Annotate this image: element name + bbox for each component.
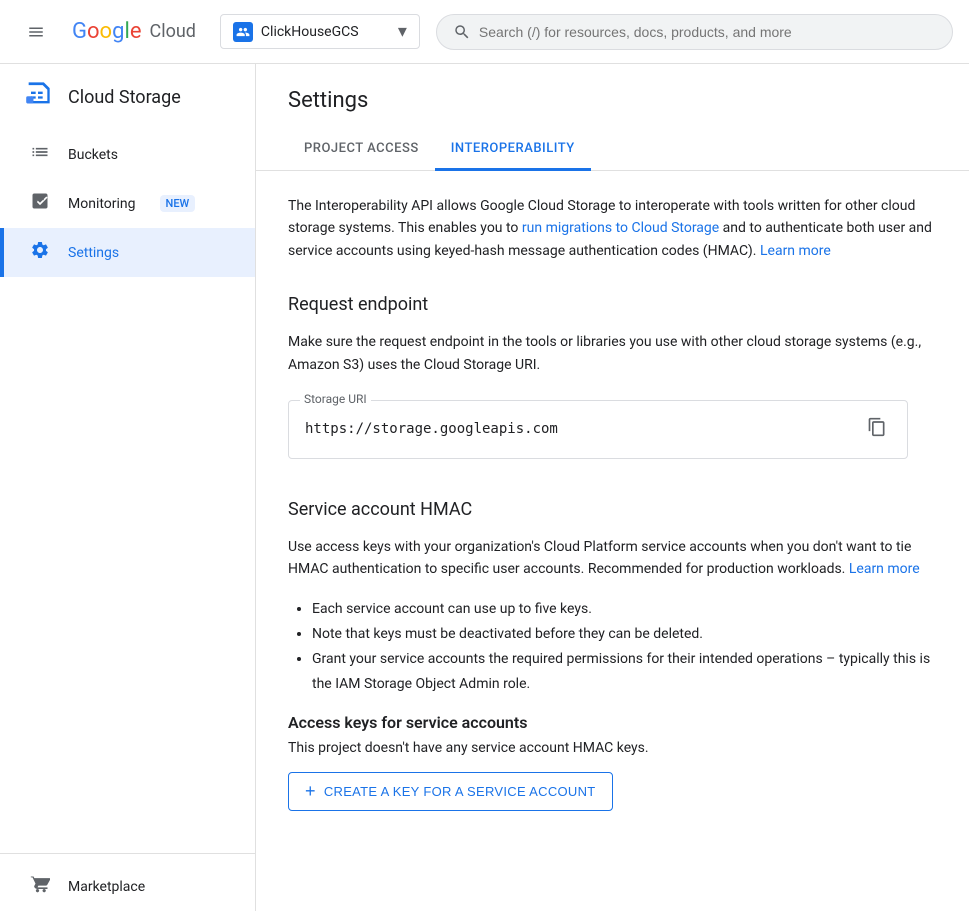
storage-uri-value: https://storage.googleapis.com [305,421,855,437]
google-logo: Google [72,19,141,44]
storage-uri-field: https://storage.googleapis.com [288,400,908,459]
page-title: Settings [288,88,937,113]
project-name: ClickHouseGCS [261,24,359,40]
bullet-item-2: Grant your service accounts the required… [312,647,937,697]
create-key-button[interactable]: + CREATE A KEY FOR A SERVICE ACCOUNT [288,772,613,811]
google-cloud-logo[interactable]: Google Cloud [72,19,196,44]
sidebar-bottom: Marketplace [0,853,255,911]
menu-icon[interactable] [16,12,56,52]
storage-uri-field-wrapper: Storage URI https://storage.googleapis.c… [288,400,908,459]
bullet-list: Each service account can use up to five … [312,597,937,698]
sidebar: Cloud Storage Buckets Monitoring NEW [0,64,256,911]
plus-icon: + [305,781,316,802]
no-hmac-keys-text: This project doesn't have any service ac… [288,740,937,756]
sidebar-item-monitoring-label: Monitoring [68,196,136,212]
service-account-desc-text: Use access keys with your organization's… [288,539,911,577]
learn-more-link-2-text[interactable]: Learn more [849,561,920,577]
sidebar-item-buckets[interactable]: Buckets [0,130,255,179]
tabs: PROJECT ACCESS INTEROPERABILITY [256,129,969,171]
page-header: Settings [256,64,969,113]
sidebar-header-title: Cloud Storage [68,87,181,108]
project-icon [233,22,253,42]
interoperability-section: The Interoperability API allows Google C… [256,171,969,835]
tab-project-access[interactable]: PROJECT ACCESS [288,129,435,171]
request-endpoint-section: Request endpoint Make sure the request e… [288,294,937,459]
sidebar-item-buckets-label: Buckets [68,147,118,163]
access-keys-title: Access keys for service accounts [288,713,937,732]
sidebar-item-settings[interactable]: Settings [0,228,255,277]
service-account-hmac-title: Service account HMAC [288,499,937,520]
intro-paragraph: The Interoperability API allows Google C… [288,195,937,262]
bullet-item-0: Each service account can use up to five … [312,597,937,622]
request-endpoint-description: Make sure the request endpoint in the to… [288,331,937,376]
settings-icon [28,240,52,265]
sidebar-spacer [0,277,255,853]
storage-uri-label: Storage URI [300,392,371,406]
monitoring-icon [28,191,52,216]
service-account-description: Use access keys with your organization's… [288,536,937,581]
new-badge: NEW [160,195,196,212]
search-icon [453,23,471,41]
sidebar-header: Cloud Storage [0,64,255,130]
main-content: Settings PROJECT ACCESS INTEROPERABILITY… [256,64,969,911]
sidebar-item-settings-label: Settings [68,245,119,261]
project-selector[interactable]: ClickHouseGCS ▾ [220,14,420,49]
cloud-storage-icon [24,80,52,114]
copy-uri-button[interactable] [863,413,891,446]
search-bar[interactable] [436,14,953,50]
sidebar-item-monitoring[interactable]: Monitoring NEW [0,179,255,228]
tab-interoperability[interactable]: INTEROPERABILITY [435,129,591,171]
layout: Cloud Storage Buckets Monitoring NEW [0,64,969,911]
marketplace-icon [28,874,52,899]
chevron-down-icon: ▾ [398,21,407,42]
search-input[interactable] [479,24,936,40]
migrations-link[interactable]: run migrations to Cloud Storage [522,220,719,236]
sidebar-item-marketplace[interactable]: Marketplace [0,862,255,911]
cloud-text: Cloud [149,21,195,42]
buckets-icon [28,142,52,167]
request-endpoint-title: Request endpoint [288,294,937,315]
sidebar-item-marketplace-label: Marketplace [68,879,145,895]
topbar: Google Cloud ClickHouseGCS ▾ [0,0,969,64]
create-key-label: CREATE A KEY FOR A SERVICE ACCOUNT [324,784,596,799]
bullet-item-1: Note that keys must be deactivated befor… [312,622,937,647]
learn-more-link-1[interactable]: Learn more [760,243,831,259]
service-account-hmac-section: Service account HMAC Use access keys wit… [288,499,937,812]
